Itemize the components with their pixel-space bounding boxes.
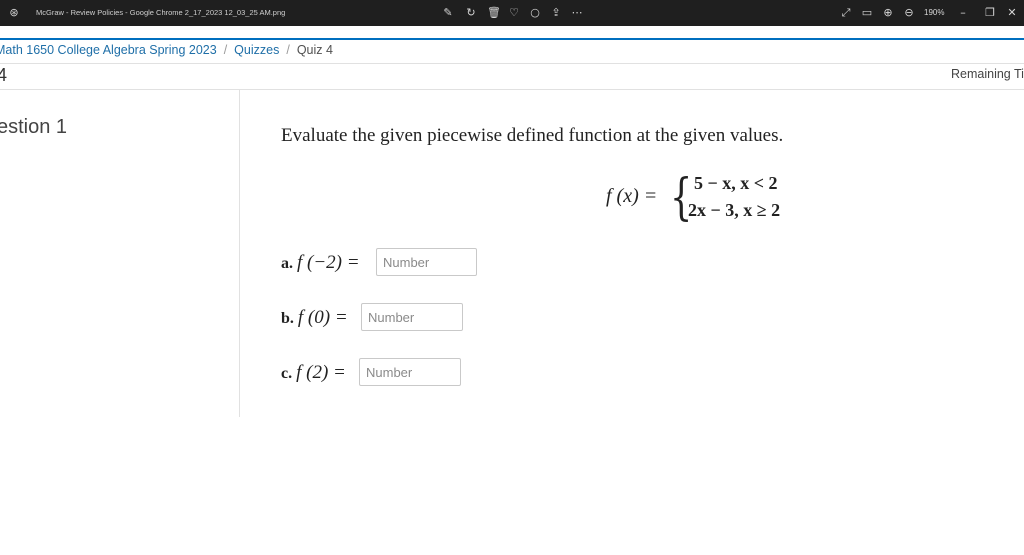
app-icon: ⊛ xyxy=(9,6,19,19)
function-lhs: f (x) = xyxy=(606,185,658,207)
close-icon[interactable]: ✕ xyxy=(1004,0,1020,26)
zoom-level: 190% xyxy=(924,8,945,17)
divider xyxy=(0,63,1024,64)
divider xyxy=(0,89,1024,90)
favorite-icon[interactable]: ♡ xyxy=(506,0,522,26)
crop-icon[interactable]: ○ xyxy=(527,0,543,26)
breadcrumb-quizzes-link[interactable]: Quizzes xyxy=(234,43,279,57)
share-icon[interactable]: ⇪ xyxy=(548,0,564,26)
part-b-label: b. f (0) = xyxy=(281,307,348,328)
breadcrumb-separator: / xyxy=(286,43,290,57)
viewer-titlebar: ⊛ McGraw - Review Policies - Google Chro… xyxy=(0,0,1024,26)
question-label: estion 1 xyxy=(0,116,68,138)
breadcrumb-course-link[interactable]: Math 1650 College Algebra Spring 2023 xyxy=(0,43,217,57)
question-prompt: Evaluate the given piecewise defined fun… xyxy=(281,125,784,146)
maximize-icon[interactable]: ❐ xyxy=(982,0,998,26)
minimize-icon[interactable]: – xyxy=(955,0,971,26)
edit-icon[interactable]: ✎ xyxy=(440,0,456,26)
part-b-answer-input[interactable] xyxy=(361,303,463,331)
file-name: McGraw - Review Policies - Google Chrome… xyxy=(36,8,286,17)
rotate-icon[interactable]: ↻ xyxy=(463,0,479,26)
part-a-answer-input[interactable] xyxy=(376,248,477,276)
breadcrumb-current: Quiz 4 xyxy=(296,43,333,57)
part-c-answer-input[interactable] xyxy=(359,358,461,386)
pane-divider xyxy=(239,89,240,417)
fit-icon[interactable]: ▭ xyxy=(859,0,875,26)
part-a-label: a. f (−2) = xyxy=(281,252,360,273)
part-c-label: c. f (2) = xyxy=(281,362,346,383)
breadcrumb-separator: / xyxy=(223,43,228,57)
zoom-in-icon[interactable]: ⊕ xyxy=(880,0,896,26)
zoom-out-icon[interactable]: ⊖ xyxy=(901,0,917,26)
breadcrumb: Math 1650 College Algebra Spring 2023 / Qu… xyxy=(0,43,333,59)
quiz-title: 4 xyxy=(0,65,8,85)
function-case-1: 5 − x, x < 2 xyxy=(694,173,778,193)
delete-icon[interactable]: 🗑 xyxy=(486,0,502,26)
fullscreen-icon[interactable]: ⤢ xyxy=(838,0,854,26)
remaining-time-label: Remaining Tir xyxy=(951,67,1024,81)
more-icon[interactable]: ⋯ xyxy=(569,0,585,26)
function-case-2: 2x − 3, x ≥ 2 xyxy=(688,200,781,220)
accent-line xyxy=(0,38,1024,40)
